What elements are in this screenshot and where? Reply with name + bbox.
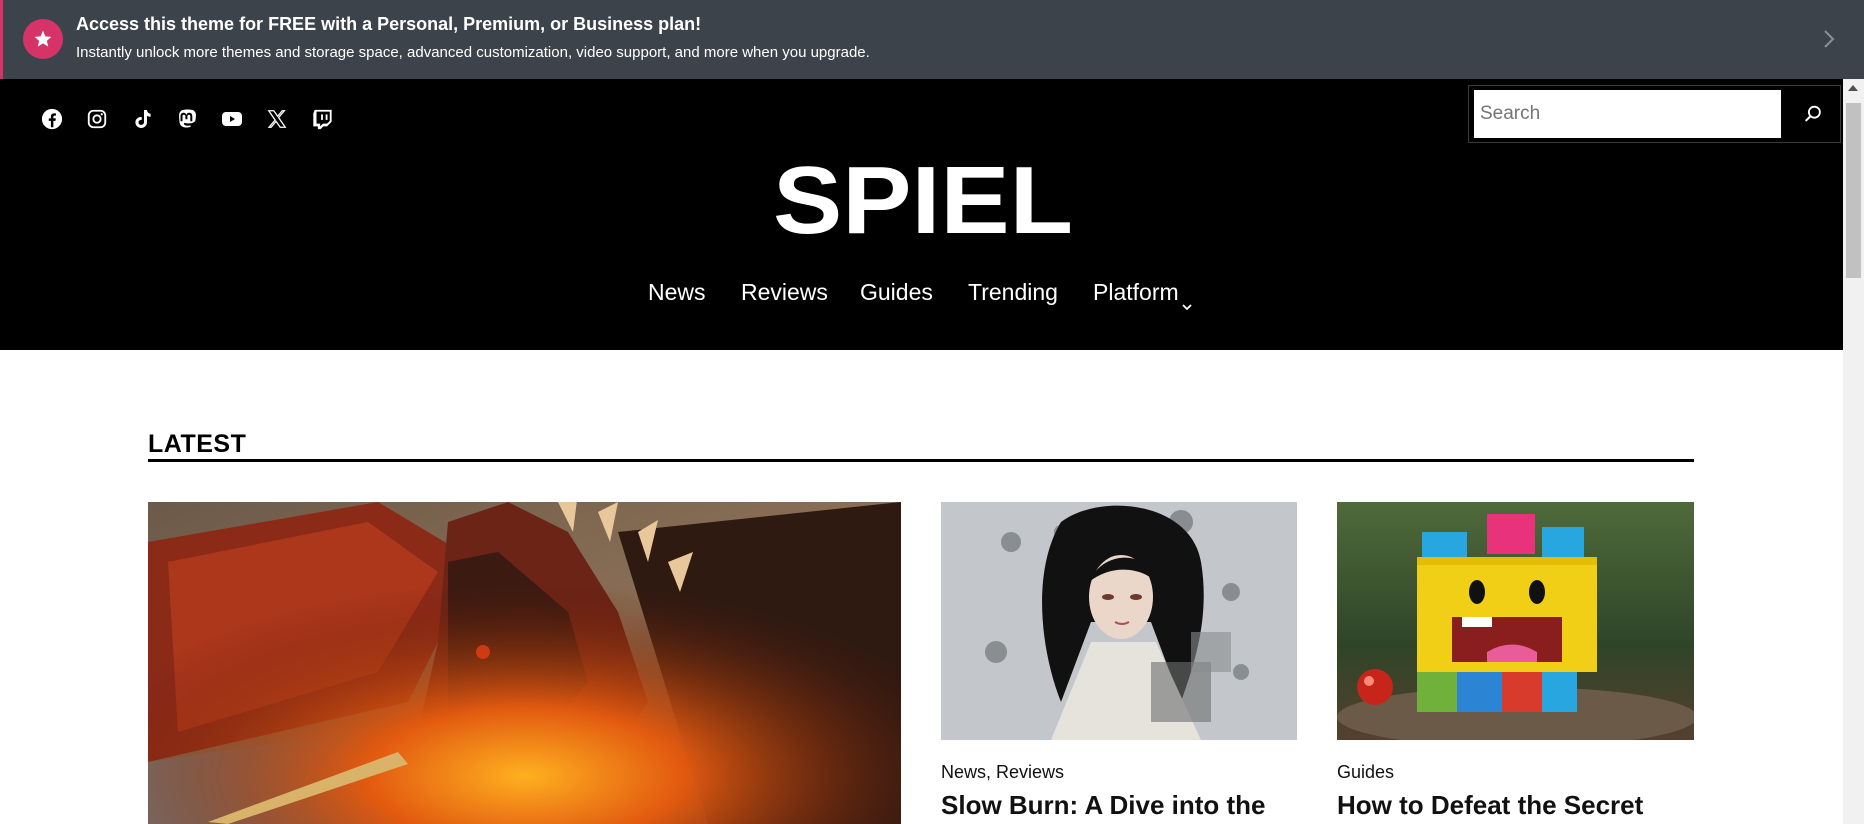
banner-accent-bar xyxy=(0,0,3,79)
featured-post-image[interactable] xyxy=(148,502,901,824)
post-categories[interactable]: News, Reviews xyxy=(941,762,1064,783)
search-form xyxy=(1468,85,1841,143)
post-title[interactable]: Slow Burn: A Dive into the xyxy=(941,790,1266,821)
x-icon[interactable] xyxy=(263,105,291,133)
chevron-down-icon[interactable] xyxy=(1181,291,1193,318)
instagram-icon[interactable] xyxy=(83,105,111,133)
scroll-up-arrow-icon[interactable] xyxy=(1848,85,1858,91)
post-image[interactable] xyxy=(1337,502,1694,740)
search-button[interactable] xyxy=(1789,90,1837,138)
site-header: SPIEL News Reviews Guides Trending Platf… xyxy=(0,79,1843,350)
twitch-icon[interactable] xyxy=(308,105,336,133)
page-scrollbar[interactable] xyxy=(1843,79,1864,824)
youtube-icon[interactable] xyxy=(218,105,246,133)
post-image[interactable] xyxy=(941,502,1297,740)
nav-news[interactable]: News xyxy=(648,279,706,306)
nav-platform[interactable]: Platform xyxy=(1093,279,1179,306)
section-divider xyxy=(148,459,1694,462)
banner-title: Access this theme for FREE with a Person… xyxy=(76,14,702,34)
search-icon xyxy=(1804,105,1821,122)
site-logo-wordmark: SPIEL xyxy=(773,147,1073,254)
upgrade-banner[interactable]: Access this theme for FREE with a Person… xyxy=(0,0,1864,79)
nav-trending[interactable]: Trending xyxy=(968,279,1058,306)
scrollbar-thumb[interactable] xyxy=(1846,103,1861,278)
nav-reviews[interactable]: Reviews xyxy=(741,279,828,306)
post-categories[interactable]: Guides xyxy=(1337,762,1394,783)
svg-text:SPIEL: SPIEL xyxy=(773,163,1073,237)
chevron-right-icon[interactable] xyxy=(1816,27,1840,51)
tiktok-icon[interactable] xyxy=(128,105,156,133)
banner-subtitle: Instantly unlock more themes and storage… xyxy=(76,44,870,61)
search-input[interactable] xyxy=(1474,90,1781,138)
star-icon xyxy=(23,19,63,59)
section-title: LATEST xyxy=(148,430,247,458)
post-title[interactable]: How to Defeat the Secret xyxy=(1337,790,1643,821)
facebook-icon[interactable] xyxy=(38,105,66,133)
site-logo[interactable]: SPIEL xyxy=(770,147,1076,254)
nav-guides[interactable]: Guides xyxy=(860,279,933,306)
mastodon-icon[interactable] xyxy=(173,105,201,133)
